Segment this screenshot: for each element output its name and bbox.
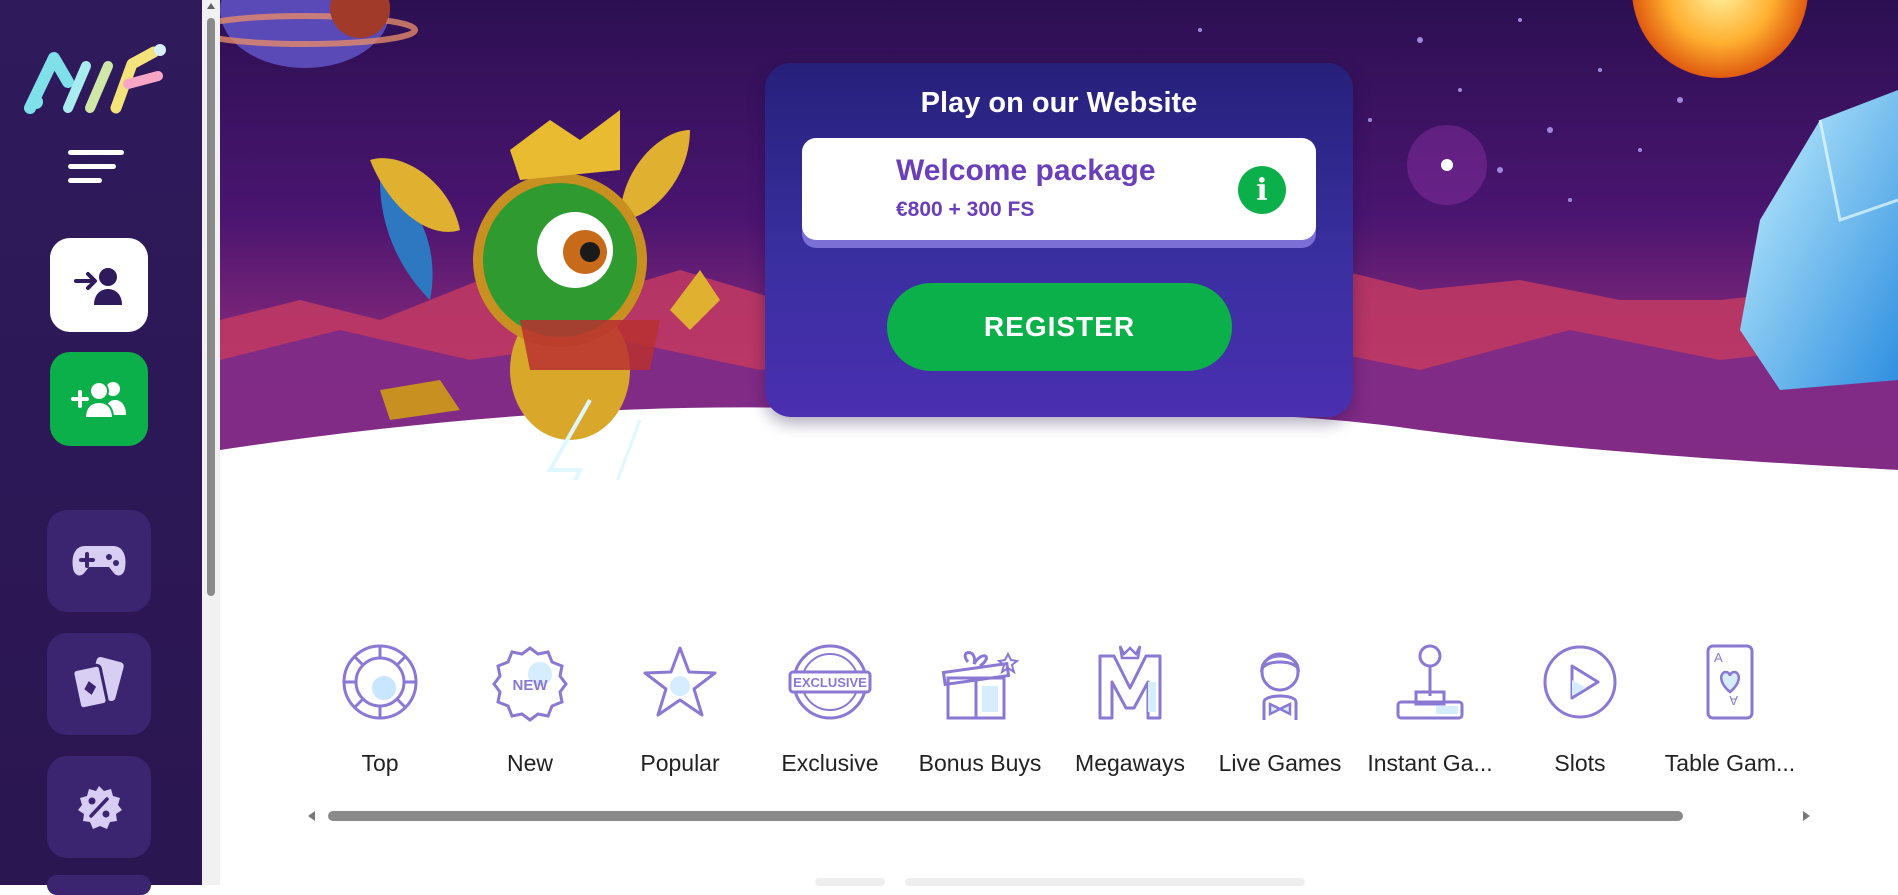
exclusive-badge-text: EXCLUSIVE [793, 675, 867, 690]
megaways-m-icon [1098, 645, 1162, 720]
signup-promo-card: Play on our Website Welcome package €800… [765, 63, 1353, 417]
categories-scrollbar-thumb[interactable] [328, 811, 1683, 821]
promo-title: Play on our Website [920, 87, 1198, 119]
category-label: Megaways [1075, 750, 1185, 776]
game-categories-carousel: Top NEW New Popular EXCLUSIVE Exclusive [305, 630, 1810, 780]
register-side-button[interactable] [50, 352, 148, 446]
sidebar-item-games[interactable] [47, 510, 151, 612]
category-label: Live Games [1218, 750, 1342, 776]
categories-scrollbar[interactable] [308, 807, 1810, 825]
playing-card-icon: A A [1706, 644, 1754, 720]
star-icon [643, 646, 717, 717]
svg-text:A: A [1729, 693, 1738, 708]
sidebar-item-promotions[interactable] [47, 756, 151, 858]
chip-icon [342, 644, 418, 720]
sidebar [0, 0, 202, 895]
category-live-games[interactable]: Live Games [1205, 630, 1355, 780]
category-megaways[interactable]: Megaways [1055, 630, 1205, 780]
category-label: Instant Ga... [1367, 750, 1493, 776]
dealer-icon [1259, 652, 1301, 720]
category-new[interactable]: NEW New [455, 630, 605, 780]
scroll-right-arrow-icon[interactable] [1803, 811, 1810, 821]
gamepad-icon [72, 546, 126, 576]
info-icon[interactable]: i [1238, 166, 1286, 214]
page-scrollbar-thumb[interactable] [207, 18, 215, 596]
category-label: New [506, 750, 553, 776]
hamburger-menu-icon[interactable] [68, 150, 130, 194]
sidebar-item-more[interactable] [47, 875, 151, 895]
exclusive-seal-icon: EXCLUSIVE [788, 644, 872, 720]
play-circle-icon [1543, 645, 1617, 719]
category-popular[interactable]: Popular [605, 630, 755, 780]
percent-badge-icon [78, 786, 122, 829]
register-button[interactable]: REGISTER [887, 283, 1232, 371]
category-label: Bonus Buys [918, 750, 1042, 776]
login-button[interactable] [50, 238, 148, 332]
brand-logo-icon[interactable] [24, 40, 174, 115]
joystick-icon [1396, 644, 1464, 720]
welcome-package-offer: €800 + 300 FS [896, 198, 1035, 221]
category-label: Exclusive [781, 750, 879, 776]
scroll-left-arrow-icon[interactable] [308, 811, 315, 821]
scroll-up-arrow-icon[interactable] [207, 3, 215, 9]
welcome-package-title: Welcome package [896, 154, 1156, 187]
category-exclusive[interactable]: EXCLUSIVE Exclusive [755, 630, 905, 780]
category-label: Slots [1554, 750, 1606, 776]
hero-banner: Play on our Website Welcome package €800… [220, 0, 1898, 480]
category-table-games[interactable]: A A Table Gam... [1655, 630, 1805, 780]
new-badge-icon: NEW [492, 646, 568, 722]
new-badge-text: NEW [513, 677, 549, 694]
gift-box-icon [941, 651, 1020, 720]
category-bonus-buys[interactable]: Bonus Buys [905, 630, 1055, 780]
login-user-icon [74, 268, 122, 305]
playing-cards-icon [71, 656, 124, 711]
svg-text:A: A [1714, 650, 1723, 665]
category-slots[interactable]: Slots [1505, 630, 1655, 780]
category-label: Table Gam... [1664, 750, 1796, 776]
category-label: Popular [640, 750, 720, 776]
add-users-icon [71, 381, 126, 419]
welcome-package-box: Welcome package €800 + 300 FS i [802, 138, 1316, 240]
category-label: Top [361, 750, 399, 776]
page-scrollbar[interactable] [202, 0, 220, 885]
category-instant-games[interactable]: Instant Ga... [1355, 630, 1505, 780]
category-top[interactable]: Top [305, 630, 455, 780]
sidebar-item-cards[interactable] [47, 633, 151, 735]
